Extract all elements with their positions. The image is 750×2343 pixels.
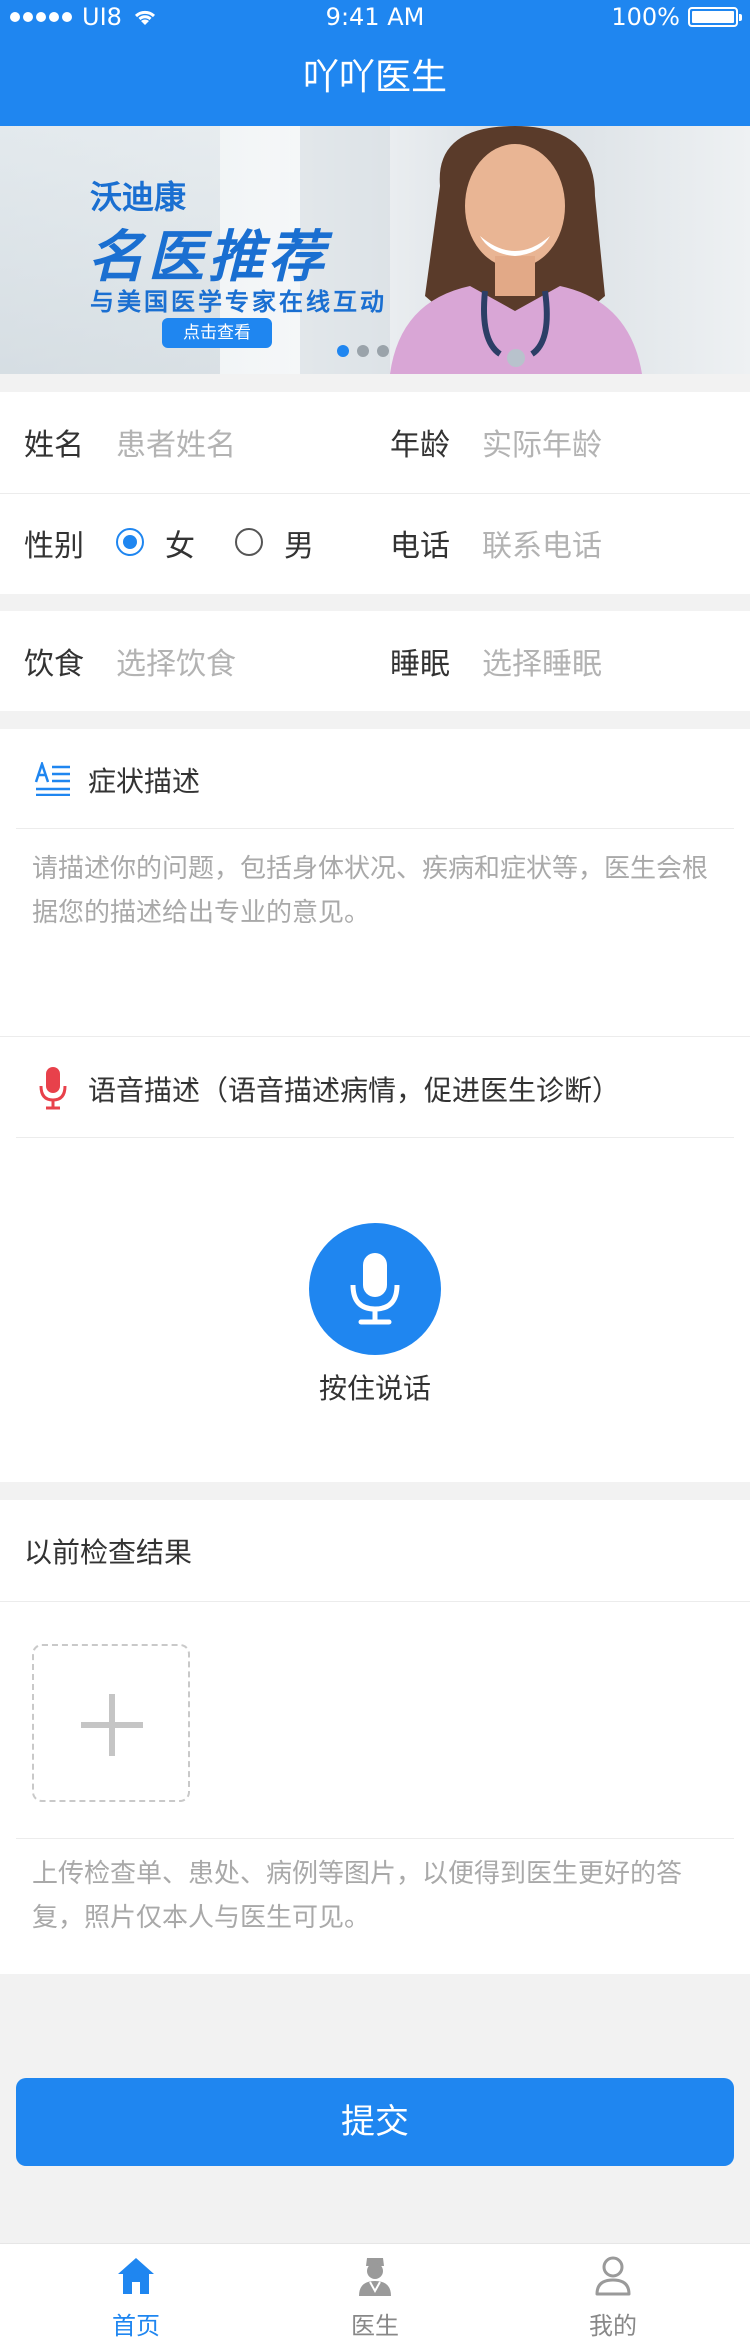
gender-label: 性别 [24,529,84,564]
divider [0,493,750,494]
divider [16,1838,734,1839]
doctor-icon [359,2258,391,2296]
microphone-icon [39,1067,67,1110]
pager-dot[interactable] [377,345,389,357]
gender-male-label[interactable]: 男 [284,521,314,565]
tab-mine-label: 我的 [589,2312,637,2340]
status-right: 100% [611,3,742,31]
plus-icon-stroke [109,1694,115,1756]
upload-image-button[interactable] [32,1644,190,1802]
age-input[interactable]: 实际年龄 [482,420,722,464]
results-title: 以前检查结果 [24,1536,193,1569]
nav-title: 吖吖医生 [0,36,750,126]
name-label: 姓名 [24,428,84,463]
tab-doctor[interactable]: 医生 [250,2244,500,2343]
battery-icon [688,7,742,27]
hold-to-talk-label: 按住说话 [318,1372,431,1405]
basic-info-panel: 姓名 患者姓名 年龄 实际年龄 性别 女 男 电话 联系电话 [0,392,750,594]
age-label: 年龄 [390,428,450,463]
tab-home-label: 首页 [112,2312,160,2340]
phone-input[interactable]: 联系电话 [482,521,722,565]
divider [0,1036,750,1037]
sleep-label: 睡眠 [390,647,450,682]
doctor-photo [390,126,642,374]
hold-to-talk-button[interactable] [309,1223,441,1355]
tab-doctor-label: 医生 [351,2312,399,2340]
phone-label: 电话 [390,529,450,564]
symptom-title: 症状描述 [88,765,201,798]
pager-dot[interactable] [337,345,349,357]
gender-male-radio[interactable] [235,528,263,556]
text-format-icon [34,762,70,796]
sleep-select[interactable]: 选择睡眠 [482,639,722,683]
gender-female-label[interactable]: 女 [165,521,195,565]
tab-bar: 首页 医生 我的 [0,2243,750,2343]
home-icon [118,2258,154,2294]
promo-banner[interactable]: 沃迪康 名医推荐 与美国医学专家在线互动 点击查看 [0,126,750,374]
battery-label: 100% [611,3,680,31]
description-panel: 症状描述 请描述你的问题，包括身体状况、疾病和症状等，医生会根据您的描述给出专业… [0,729,750,1482]
diet-label: 饮食 [24,647,84,682]
tab-mine[interactable]: 我的 [488,2244,738,2343]
tab-home[interactable]: 首页 [11,2244,261,2343]
divider [16,1137,734,1138]
name-input[interactable]: 患者姓名 [116,420,336,464]
upload-hint: 上传检查单、患处、病例等图片，以便得到医生更好的答复，照片仅本人与医生可见。 [32,1859,683,1933]
divider [16,828,734,829]
diet-select[interactable]: 选择饮食 [116,639,356,683]
symptom-textarea[interactable]: 请描述你的问题，包括身体状况、疾病和症状等，医生会根据您的描述给出专业的意见。 [32,847,732,935]
banner-headline: 名医推荐 [88,225,328,290]
banner-view-button[interactable]: 点击查看 [162,318,272,348]
voice-title: 语音描述（语音描述病情，促进医生诊断） [88,1074,621,1107]
lifestyle-panel: 饮食 选择饮食 睡眠 选择睡眠 [0,611,750,711]
banner-subtitle: 与美国医学专家在线互动 [90,288,387,316]
microphone-icon [350,1253,400,1325]
banner-pager[interactable] [337,345,389,357]
user-icon [595,2256,631,2296]
pager-dot[interactable] [357,345,369,357]
divider [0,1601,750,1602]
gender-female-radio[interactable] [116,528,144,556]
submit-button[interactable]: 提交 [16,2078,734,2166]
status-bar: UI8 9:41 AM 100% [0,0,750,36]
